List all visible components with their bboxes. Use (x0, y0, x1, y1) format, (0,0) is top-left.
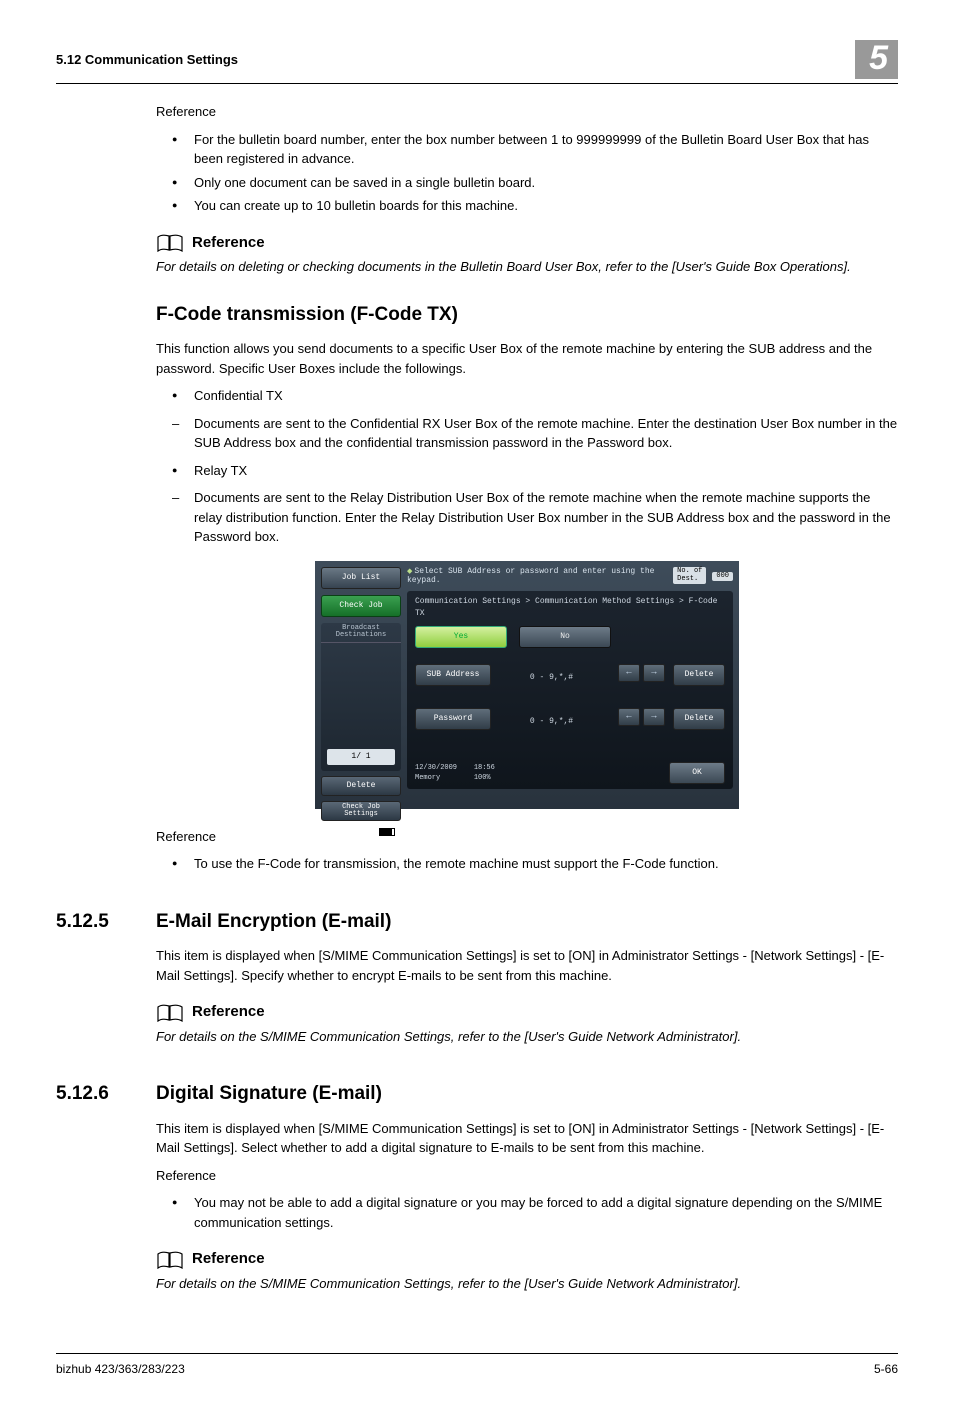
fcode-ref-list: To use the F-Code for transmission, the … (156, 854, 898, 874)
page-header: 5.12 Communication Settings 5 (56, 40, 898, 84)
dest-count: No. ofDest. (673, 567, 706, 584)
reference-label: Reference (156, 102, 898, 122)
instruction-text: Select SUB Address or password and enter… (407, 567, 667, 586)
book-icon (156, 234, 184, 252)
list-item: For the bulletin board number, enter the… (156, 130, 898, 169)
sub-delete-button[interactable]: Delete (673, 664, 725, 686)
broadcast-label: Broadcast Destinations (321, 625, 401, 643)
reference-heading: Reference (192, 232, 265, 255)
section-5125-body: This item is displayed when [S/MIME Comm… (156, 946, 898, 985)
status-bar: 12/30/2009 18:56 Memory 100% (415, 763, 495, 784)
section-number: 5.12.5 (56, 908, 156, 937)
header-section-label: 5.12 Communication Settings (56, 50, 238, 70)
dest-count-value: 000 (712, 572, 733, 582)
fcode-screenshot: Job List Check Job Broadcast Destination… (156, 561, 898, 809)
fcode-heading: F-Code transmission (F-Code TX) (156, 301, 898, 330)
chapter-badge: 5 (855, 40, 898, 79)
fcode-list: Confidential TX (156, 386, 898, 406)
page-content: Reference For the bulletin board number,… (56, 102, 898, 1293)
section-5125-heading: 5.12.5 E-Mail Encryption (E-mail) (156, 908, 898, 937)
password-button[interactable]: Password (415, 708, 491, 730)
yes-button[interactable]: Yes (415, 626, 507, 648)
list-item: Documents are sent to the Confidential R… (156, 414, 898, 453)
section-title: E-Mail Encryption (E-mail) (156, 908, 391, 937)
reference-callout: Reference For details on the S/MIME Comm… (156, 1001, 898, 1046)
book-icon (156, 1004, 184, 1022)
reference-heading: Reference (192, 1001, 265, 1024)
reference-callout: Reference For details on deleting or che… (156, 232, 898, 277)
check-job-tab[interactable]: Check Job (321, 595, 401, 617)
sub-address-button[interactable]: SUB Address (415, 664, 491, 686)
arrow-left-icon[interactable]: ← (618, 708, 640, 726)
pager: 1/ 1 (327, 749, 395, 765)
section-5126-body: This item is displayed when [S/MIME Comm… (156, 1119, 898, 1158)
list-item: Relay TX (156, 461, 898, 481)
sub-address-hint: 0 - 9,*,# (491, 664, 612, 684)
fcode-intro: This function allows you send documents … (156, 339, 898, 378)
no-button[interactable]: No (519, 626, 611, 648)
page-footer: bizhub 423/363/283/223 5-66 (56, 1353, 898, 1378)
digsig-ref-list: You may not be able to add a digital sig… (156, 1193, 898, 1232)
list-item: Confidential TX (156, 386, 898, 406)
model-label: bizhub 423/363/283/223 (56, 1360, 185, 1378)
delete-dest-button[interactable]: Delete (321, 776, 401, 796)
pwd-delete-button[interactable]: Delete (673, 708, 725, 730)
list-item: Only one document can be saved in a sing… (156, 173, 898, 193)
ok-button[interactable]: OK (669, 762, 725, 784)
broadcast-panel: Broadcast Destinations 1/ 1 (321, 623, 401, 771)
reference-text: For details on the S/MIME Communication … (156, 1027, 898, 1047)
section-title: Digital Signature (E-mail) (156, 1080, 382, 1109)
fcode-sublist: Documents are sent to the Relay Distribu… (156, 488, 898, 547)
bulletin-ref-list: For the bulletin board number, enter the… (156, 130, 898, 216)
reference-heading: Reference (192, 1248, 265, 1271)
arrow-left-icon[interactable]: ← (618, 664, 640, 682)
list-item: You can create up to 10 bulletin boards … (156, 196, 898, 216)
arrow-right-icon[interactable]: → (643, 708, 665, 726)
list-item: To use the F-Code for transmission, the … (156, 854, 898, 874)
reference-callout: Reference For details on the S/MIME Comm… (156, 1248, 898, 1293)
list-item: You may not be able to add a digital sig… (156, 1193, 898, 1232)
reference-label: Reference (156, 1166, 898, 1186)
list-item: Documents are sent to the Relay Distribu… (156, 488, 898, 547)
reference-label: Reference (156, 827, 898, 847)
toner-bar-icon (379, 828, 395, 836)
breadcrumb: Communication Settings > Communication M… (415, 596, 725, 620)
arrow-right-icon[interactable]: → (643, 664, 665, 682)
section-5126-heading: 5.12.6 Digital Signature (E-mail) (156, 1080, 898, 1109)
check-job-settings-button[interactable]: Check Job Settings (321, 801, 401, 821)
section-number: 5.12.6 (56, 1080, 156, 1109)
fcode-sublist: Documents are sent to the Confidential R… (156, 414, 898, 453)
page-number: 5-66 (874, 1360, 898, 1378)
book-icon (156, 1251, 184, 1269)
fcode-list: Relay TX (156, 461, 898, 481)
reference-text: For details on deleting or checking docu… (156, 257, 898, 277)
reference-text: For details on the S/MIME Communication … (156, 1274, 898, 1294)
password-hint: 0 - 9,*,# (491, 708, 612, 728)
toner-level: Toner Level K (321, 827, 401, 838)
job-list-tab[interactable]: Job List (321, 567, 401, 589)
mfp-panel: Job List Check Job Broadcast Destination… (315, 561, 739, 809)
